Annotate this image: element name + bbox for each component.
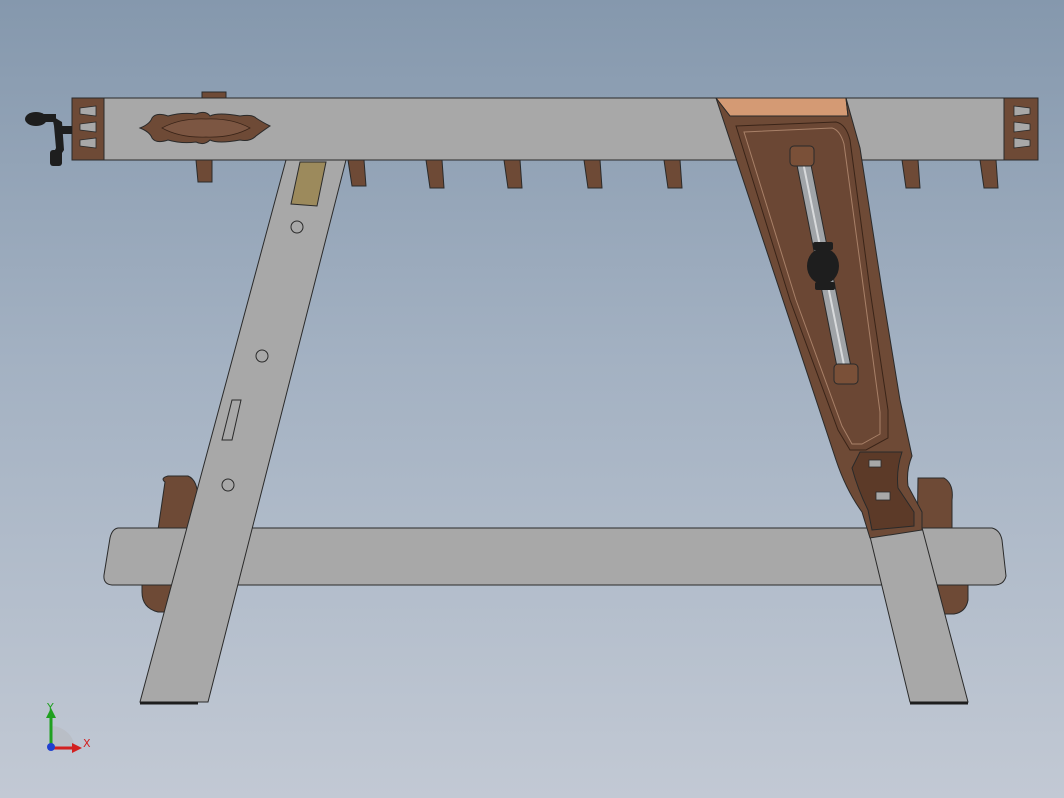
peg-5[interactable] — [583, 159, 603, 189]
top-beam-tab[interactable] — [201, 91, 227, 99]
peg-8[interactable] — [979, 159, 999, 189]
peg-3[interactable] — [425, 159, 445, 189]
vise-leg-slot-2[interactable] — [875, 491, 891, 501]
peg-4[interactable] — [503, 159, 523, 189]
peg-6[interactable] — [663, 159, 683, 189]
right-dovetail-cap[interactable] — [1003, 97, 1039, 161]
cad-viewport[interactable]: X Y — [0, 0, 1064, 798]
peg-1[interactable] — [195, 159, 213, 183]
vise-top-cap[interactable] — [714, 97, 849, 117]
triad-x-arrow — [72, 743, 82, 753]
peg-7[interactable] — [901, 159, 921, 189]
left-leg-hole-3[interactable] — [221, 478, 235, 492]
left-leg[interactable] — [139, 159, 347, 703]
workbench-model[interactable]: X Y — [0, 0, 1064, 798]
triad-y-label: Y — [46, 701, 54, 714]
vise-leg-slot-1[interactable] — [868, 459, 882, 468]
coordinate-triad: X Y — [46, 701, 91, 753]
left-leg-hole-1[interactable] — [290, 220, 304, 234]
peg-2[interactable] — [347, 159, 367, 187]
triad-x-label: X — [83, 737, 91, 750]
left-dovetail-cap[interactable] — [71, 97, 105, 161]
left-leg-hole-2[interactable] — [255, 349, 269, 363]
triad-z-origin — [47, 743, 55, 751]
vise-crank-handle[interactable] — [25, 112, 72, 166]
